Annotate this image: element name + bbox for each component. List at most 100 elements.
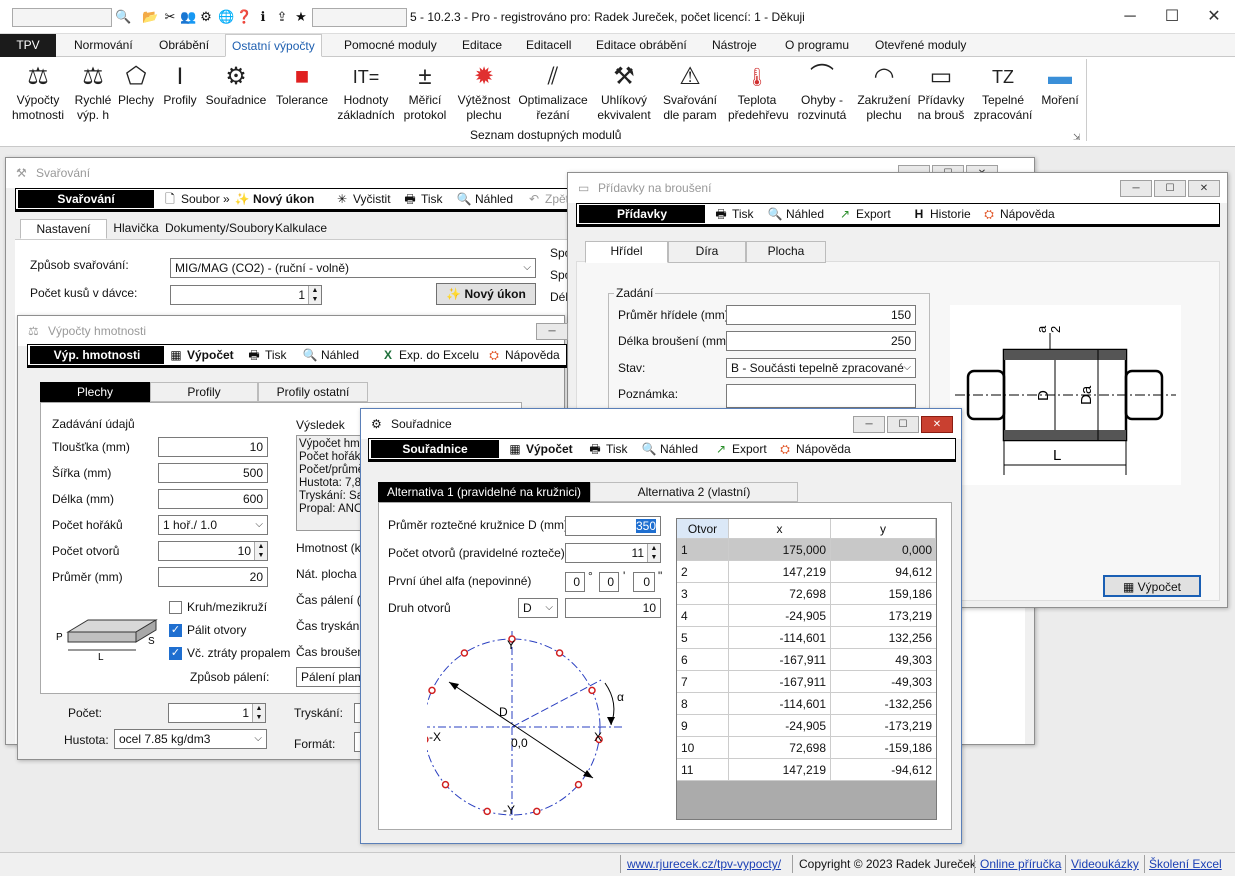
zpet-button[interactable]: ↶ Zpět xyxy=(526,191,569,208)
ribbon-button-3[interactable]: ⬠ Plechy xyxy=(116,61,156,108)
close-button[interactable]: ✕ xyxy=(1194,4,1234,30)
online-manual-link[interactable]: Online příručka xyxy=(980,857,1061,871)
spinner-icon[interactable]: ▲ ▼ xyxy=(252,704,265,722)
export-button[interactable]: ↗ Export xyxy=(837,206,891,223)
druh-otvoru-select[interactable]: D ⌵ xyxy=(518,598,558,618)
col-header-y[interactable]: y xyxy=(831,519,936,539)
table-row[interactable]: 11 147,219 -94,612 xyxy=(677,759,936,781)
star-icon[interactable]: ★ xyxy=(293,9,309,25)
minimize-button[interactable]: ─ xyxy=(1110,4,1150,30)
prumer-roztecne-input[interactable]: 350 xyxy=(565,516,661,536)
nahled-button[interactable]: 🔍 Náhled xyxy=(302,347,360,364)
ribbon-button-15[interactable]: ◠ Zakružení plechu xyxy=(856,61,912,123)
tab-kalkulace[interactable]: Kalkulace xyxy=(273,219,329,239)
ribbon-button-7[interactable]: IT= Hodnoty základních xyxy=(336,61,396,123)
ribbon-button-6[interactable]: ■ Tolerance xyxy=(272,61,332,108)
ribbon-button-8[interactable]: ± Měřicí protokol xyxy=(400,61,450,123)
maximize-button[interactable]: ☐ xyxy=(1154,180,1186,197)
field-input-4[interactable]: 1 hoř./ 1.0 ⌵ xyxy=(158,515,268,535)
info-icon[interactable]: ℹ xyxy=(255,9,271,25)
uhel-stupne-input[interactable]: 0 xyxy=(565,572,585,592)
field-input-5[interactable]: 10 ▲ ▼ xyxy=(158,541,268,561)
tisk-button[interactable]: 🖶 Tisk xyxy=(246,347,286,364)
table-row[interactable]: 2 147,219 94,612 xyxy=(677,561,936,583)
gear-icon[interactable]: ⚙ xyxy=(198,9,214,25)
stav-select[interactable]: B - Součásti tepelně zpracované ⌵ xyxy=(726,358,916,378)
ribbon-button-9[interactable]: ✹ Výtěžnost plechu xyxy=(456,61,512,123)
tab-nastaveni-stroje[interactable]: Nastavení stroje xyxy=(20,219,107,255)
tab-hlavicka[interactable]: Hlavička xyxy=(109,219,163,239)
minimize-button[interactable]: ─ xyxy=(853,416,885,433)
quick-select-box[interactable] xyxy=(312,8,407,27)
ribbon-button-17[interactable]: TZ Tepelné zpracování xyxy=(972,61,1034,123)
menu-o-programu[interactable]: O programu xyxy=(783,34,851,57)
ribbon-button-16[interactable]: ▭ Přídavky na brouš xyxy=(914,61,968,123)
table-row[interactable]: 3 72,698 159,186 xyxy=(677,583,936,605)
menu-obrabeni[interactable]: Obrábění xyxy=(157,34,211,57)
historie-button[interactable]: H Historie xyxy=(911,206,971,223)
minimize-button[interactable]: ─ xyxy=(1120,180,1152,197)
field-input-6[interactable]: 20 xyxy=(158,567,268,587)
table-row[interactable]: 8 -114,601 -132,256 xyxy=(677,693,936,715)
menu-otevrene-moduly[interactable]: Otevřené moduly xyxy=(873,34,968,57)
menu-pomocne-moduly[interactable]: Pomocné moduly xyxy=(342,34,439,57)
tab-plechy[interactable]: Plechy xyxy=(40,382,150,402)
checkbox-2[interactable]: ✓ xyxy=(169,624,182,637)
website-link[interactable]: www.rjurecek.cz/tpv-vypocty/ xyxy=(627,857,781,871)
pocet-otvoru-stepper[interactable]: 11 ▲ ▼ xyxy=(565,543,661,563)
tab-plocha[interactable]: Plocha xyxy=(746,241,826,263)
close-button[interactable]: ✕ xyxy=(1188,180,1220,197)
pocet-stepper[interactable]: 1 ▲ ▼ xyxy=(168,703,266,723)
delka-brouseni-input[interactable]: 250 xyxy=(726,331,916,351)
col-header-otvor[interactable]: Otvor xyxy=(677,519,729,539)
table-row[interactable]: 1 175,000 0,000 xyxy=(677,539,936,561)
menu-normovani[interactable]: Normování xyxy=(72,34,135,57)
tools-icon[interactable]: ✂ xyxy=(162,9,178,25)
nahled-button[interactable]: 🔍 Náhled xyxy=(767,206,825,223)
uhel-vteriny-input[interactable]: 0 xyxy=(633,572,655,592)
menu-nastroje[interactable]: Nástroje xyxy=(710,34,759,57)
checkbox-1[interactable] xyxy=(169,601,182,614)
table-row[interactable]: 10 72,698 -159,186 xyxy=(677,737,936,759)
tab-alternativa-2[interactable]: Alternativa 2 (vlastní) xyxy=(590,482,798,502)
napoveda-button[interactable]: ⛭ Nápověda xyxy=(981,206,1055,223)
ribbon-button-11[interactable]: ⚒ Uhlíkový ekvivalent xyxy=(594,61,654,123)
ribbon-button-2[interactable]: ⚖ Rychlé výp. h xyxy=(72,61,114,123)
ribbon-button-14[interactable]: ⌒ Ohyby - rozvinutá xyxy=(796,61,848,123)
ribbon-button-18[interactable]: ▬ Moření xyxy=(1036,61,1084,108)
field-input-1[interactable]: 10 xyxy=(158,437,268,457)
tab-dokumenty[interactable]: Dokumenty/Soubory xyxy=(165,219,274,239)
table-row[interactable]: 9 -24,905 -173,219 xyxy=(677,715,936,737)
export-button[interactable]: ↗ Export xyxy=(713,441,767,458)
export-excel-button[interactable]: X Exp. do Excelu xyxy=(380,347,479,364)
table-row[interactable]: 4 -24,905 173,219 xyxy=(677,605,936,627)
tab-dira[interactable]: Díra xyxy=(668,241,746,263)
zpusob-svarovani-select[interactable]: MIG/MAG (CO2) - (ruční - volně) ⌵ xyxy=(170,258,536,278)
search-icon[interactable]: 🔍 xyxy=(115,9,131,25)
help-icon[interactable]: ❓ xyxy=(236,9,252,25)
table-row[interactable]: 7 -167,911 -49,303 xyxy=(677,671,936,693)
table-row[interactable]: 6 -167,911 49,303 xyxy=(677,649,936,671)
tab-alternativa-1[interactable]: Alternativa 1 (pravidelné na kružnici) xyxy=(378,482,590,502)
vypocet-button[interactable]: ▦ Výpočet xyxy=(1103,575,1201,597)
prumer-hridele-input[interactable]: 150 xyxy=(726,305,916,325)
vycistit-button[interactable]: ✳ Vyčistit xyxy=(334,191,391,208)
menu-editacell[interactable]: Editacell xyxy=(524,34,573,57)
tab-profily-ostatni[interactable]: Profily ostatní xyxy=(258,382,368,402)
tisk-button[interactable]: 🖶 Tisk xyxy=(402,191,442,208)
ribbon-button-5[interactable]: ⚙ Souřadnice xyxy=(204,61,268,108)
zpusob-paleni-select[interactable]: Pálení plame xyxy=(296,667,366,687)
close-button[interactable]: ✕ xyxy=(921,416,953,433)
ribbon-expand-icon[interactable]: ⇲ xyxy=(1073,132,1081,143)
spinner-icon[interactable]: ▲ ▼ xyxy=(647,544,660,562)
spinner-icon[interactable]: ▲ ▼ xyxy=(308,286,321,304)
spinner-icon[interactable]: ▲ ▼ xyxy=(254,542,267,560)
ribbon-button-10[interactable]: ⫽ Optimalizace řezání xyxy=(516,61,590,123)
folder-icon[interactable]: 📂 xyxy=(142,9,158,25)
field-input-2[interactable]: 500 xyxy=(158,463,268,483)
maximize-button[interactable]: ☐ xyxy=(887,416,919,433)
minimize-button[interactable]: ─ xyxy=(536,323,568,340)
menu-tpv[interactable]: TPV xyxy=(0,34,56,57)
napoveda-button[interactable]: ⛭ Nápověda xyxy=(777,441,851,458)
napoveda-button[interactable]: ⛭ Nápověda xyxy=(486,347,560,364)
